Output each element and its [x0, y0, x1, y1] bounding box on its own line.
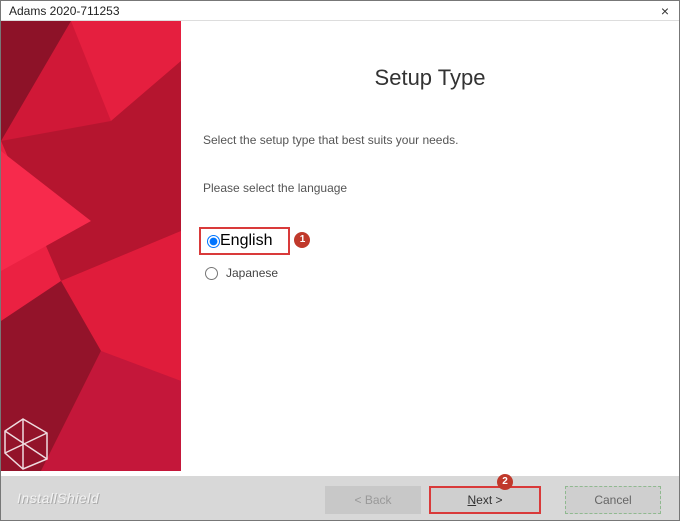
- page-description: Select the setup type that best suits yo…: [203, 133, 679, 147]
- footer-bar: InstallShield < Back Next > 2 Cancel: [1, 476, 679, 520]
- next-button-rest: ext >: [476, 493, 502, 507]
- option-english-highlight: English 1: [199, 227, 290, 255]
- cancel-button[interactable]: Cancel: [565, 486, 661, 514]
- next-button-underline: N: [467, 493, 476, 507]
- content-panel: Setup Type Select the setup type that be…: [181, 21, 679, 476]
- button-group: < Back Next > 2 Cancel: [325, 486, 661, 514]
- annotation-badge-1: 1: [294, 232, 310, 248]
- close-icon[interactable]: ×: [657, 3, 673, 19]
- window-title: Adams 2020-711253: [9, 4, 120, 18]
- page-title: Setup Type: [181, 65, 679, 91]
- radio-english-label: English: [220, 232, 272, 250]
- sidebar-svg: [1, 21, 181, 471]
- option-japanese[interactable]: Japanese: [199, 263, 679, 283]
- radio-japanese-label: Japanese: [226, 266, 278, 280]
- radio-japanese[interactable]: [205, 267, 218, 280]
- language-options: English 1 Japanese: [199, 227, 679, 283]
- titlebar: Adams 2020-711253 ×: [1, 1, 679, 21]
- footer-brand: InstallShield: [17, 490, 99, 506]
- window-body: Setup Type Select the setup type that be…: [1, 21, 679, 476]
- next-button[interactable]: Next >: [429, 486, 541, 514]
- back-button[interactable]: < Back: [325, 486, 421, 514]
- language-prompt: Please select the language: [203, 181, 679, 195]
- sidebar-graphic: [1, 21, 181, 476]
- radio-english[interactable]: [207, 235, 220, 248]
- installer-window: Adams 2020-711253 ×: [0, 0, 680, 521]
